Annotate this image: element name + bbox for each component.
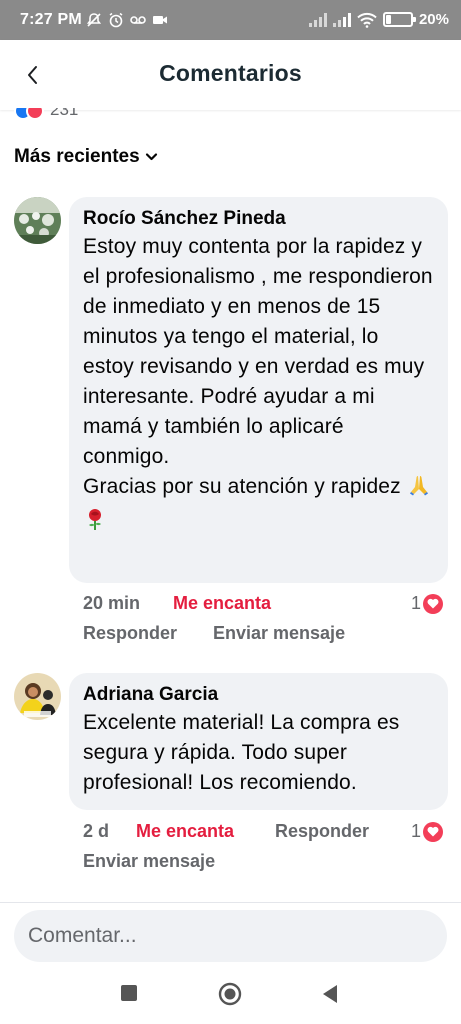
sort-dropdown[interactable]: Más recientes	[14, 146, 158, 168]
voicemail-icon	[130, 16, 146, 24]
reaction-count: 1	[411, 593, 422, 613]
page-title: Comentarios	[159, 60, 302, 86]
comment-body: Estoy muy contenta por la rapidez y el p…	[83, 235, 433, 498]
comment-author[interactable]: Rocío Sánchez Pineda	[83, 206, 434, 232]
comment-item: Adriana Garcia Excelente material! La co…	[14, 673, 448, 883]
alarm-icon	[109, 12, 123, 28]
comment-author[interactable]: Adriana Garcia	[83, 682, 434, 708]
system-nav-bar	[0, 968, 461, 1024]
home-circle-icon[interactable]	[218, 982, 242, 1006]
reaction-counter[interactable]: 1	[411, 821, 444, 842]
send-message-button[interactable]: Enviar mensaje	[83, 851, 215, 872]
reaction-counter[interactable]: 1	[411, 593, 444, 614]
comment-time: 2 d	[83, 821, 110, 841]
battery-percent: 20%	[418, 11, 449, 28]
signal-icon	[332, 12, 351, 27]
status-time: 7:27 PM	[20, 11, 82, 28]
avatar[interactable]	[14, 673, 61, 720]
comment-bubble[interactable]: Adriana Garcia Excelente material! La co…	[69, 673, 448, 810]
reactions-count: 231	[50, 108, 79, 119]
avatar[interactable]	[14, 197, 61, 244]
status-bar: 7:27 PM 20%	[0, 0, 461, 40]
muted-notification-icon	[86, 13, 102, 27]
signal-icon	[308, 12, 327, 27]
reply-button[interactable]: Responder	[83, 623, 177, 644]
video-icon	[153, 16, 167, 24]
reactions-summary[interactable]: 231	[14, 108, 78, 120]
status-left-icons	[86, 12, 168, 28]
comment-text: Estoy muy contenta por la rapidez y el p…	[83, 232, 434, 540]
sort-label: Más recientes	[14, 146, 140, 167]
send-message-button[interactable]: Enviar mensaje	[213, 623, 345, 644]
battery-icon	[382, 12, 416, 27]
status-right-icons: 20%	[308, 11, 449, 28]
back-triangle-icon[interactable]	[321, 984, 339, 1004]
praying-hands-emoji	[407, 473, 431, 506]
comment-input[interactable]: Comentar...	[14, 910, 447, 962]
heart-icon	[423, 593, 444, 614]
comment-bubble[interactable]: Rocío Sánchez Pineda Estoy muy contenta …	[69, 197, 448, 583]
love-reaction-button[interactable]: Me encanta	[136, 821, 234, 842]
love-reaction-button[interactable]: Me encanta	[173, 593, 271, 614]
reaction-count: 1	[411, 821, 422, 841]
reply-button[interactable]: Responder	[275, 821, 369, 842]
wifi-icon	[357, 12, 377, 28]
app-header: Comentarios	[0, 40, 461, 110]
comment-time: 20 min	[83, 593, 141, 613]
composer-divider	[0, 902, 461, 903]
rose-emoji	[83, 507, 107, 540]
comment-body: Excelente material! La compra es segura …	[83, 711, 400, 794]
love-reaction-icon	[26, 108, 44, 120]
comment-item: Rocío Sánchez Pineda Estoy muy contenta …	[14, 197, 448, 657]
chevron-down-icon	[145, 153, 157, 161]
recents-square-icon[interactable]	[120, 984, 138, 1002]
heart-icon	[423, 821, 444, 842]
